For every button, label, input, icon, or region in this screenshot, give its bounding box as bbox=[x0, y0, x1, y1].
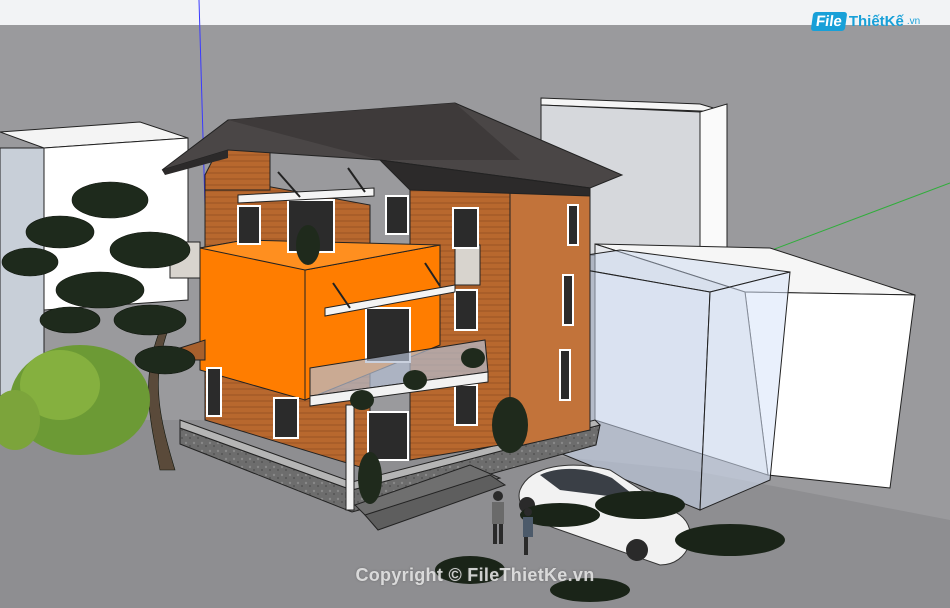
3d-scene[interactable] bbox=[0, 0, 950, 608]
logo-tld-text: .vn bbox=[906, 16, 921, 27]
window bbox=[559, 349, 571, 401]
window bbox=[206, 367, 222, 417]
logo-brand-text: ThiếtKế bbox=[848, 13, 904, 30]
window bbox=[452, 207, 479, 249]
window bbox=[273, 397, 299, 439]
window bbox=[454, 289, 478, 331]
window bbox=[567, 204, 579, 246]
door bbox=[367, 411, 409, 461]
window bbox=[385, 195, 409, 235]
window bbox=[237, 205, 261, 245]
sky bbox=[0, 0, 950, 25]
brand-logo: File ThiếtKế .vn bbox=[810, 12, 921, 31]
copyright-watermark: Copyright © FileThietKe.vn bbox=[355, 565, 595, 585]
window bbox=[454, 384, 478, 426]
window bbox=[562, 274, 574, 326]
sketchup-viewport[interactable] bbox=[0, 0, 950, 608]
logo-file-text: File bbox=[810, 12, 848, 31]
